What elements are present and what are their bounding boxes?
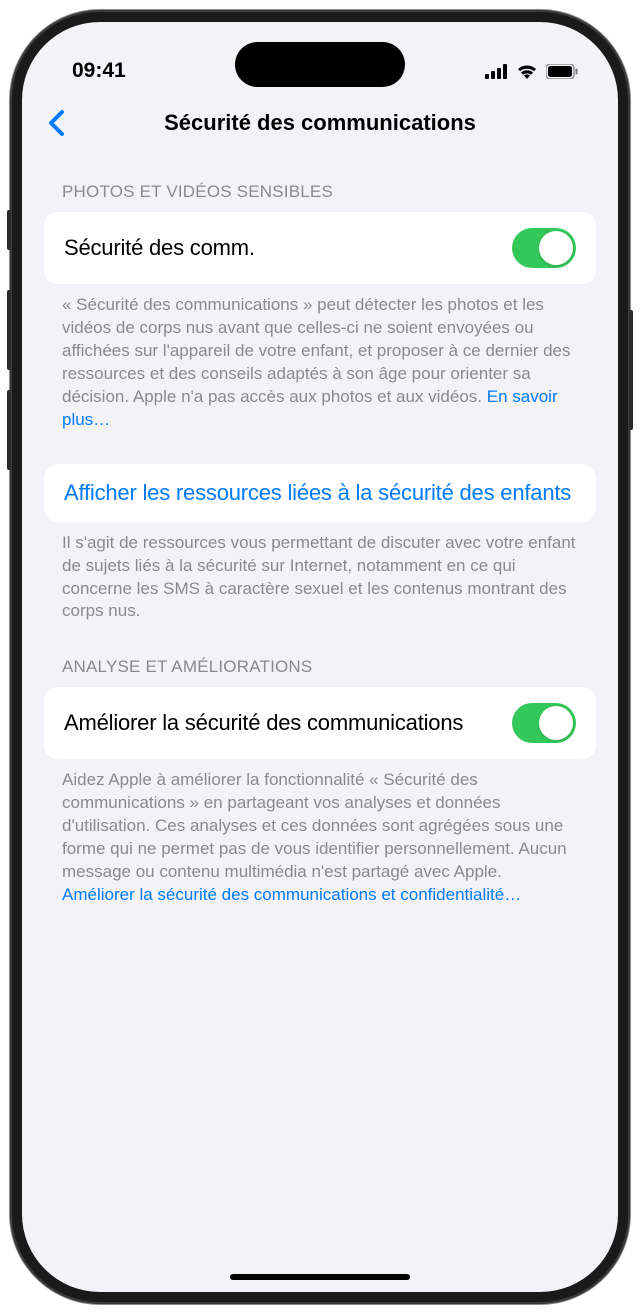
improve-communication-safety-toggle[interactable] bbox=[512, 703, 576, 743]
child-safety-resources-row[interactable]: Afficher les ressources liées à la sécur… bbox=[44, 464, 596, 522]
back-button[interactable] bbox=[40, 110, 72, 136]
screen: 09:41 Sécurité des communications PHOTOS bbox=[22, 22, 618, 1292]
wifi-icon bbox=[516, 63, 538, 79]
content: PHOTOS ET VIDÉOS SENSIBLES Sécurité des … bbox=[22, 154, 618, 907]
phone-frame: 09:41 Sécurité des communications PHOTOS bbox=[10, 10, 630, 1304]
side-button bbox=[7, 210, 11, 250]
sensitive-footer: « Sécurité des communications » peut dét… bbox=[44, 284, 596, 432]
resources-footer: Il s'agit de ressources vous permettant … bbox=[44, 522, 596, 624]
improve-communication-safety-label: Améliorer la sécurité des communications bbox=[64, 710, 512, 736]
section-header-sensitive: PHOTOS ET VIDÉOS SENSIBLES bbox=[44, 154, 596, 212]
page-title: Sécurité des communications bbox=[38, 110, 602, 136]
communication-safety-row: Sécurité des comm. bbox=[44, 212, 596, 284]
analytics-footer: Aidez Apple à améliorer la fonctionnalit… bbox=[44, 759, 596, 907]
child-safety-resources-label: Afficher les ressources liées à la sécur… bbox=[64, 480, 571, 506]
analytics-footer-text: Aidez Apple à améliorer la fonctionnalit… bbox=[62, 770, 567, 881]
nav-bar: Sécurité des communications bbox=[22, 94, 618, 154]
battery-icon bbox=[546, 64, 578, 79]
improve-communication-safety-row: Améliorer la sécurité des communications bbox=[44, 687, 596, 759]
volume-up-button bbox=[7, 290, 11, 370]
status-icons bbox=[485, 63, 578, 79]
communication-safety-toggle[interactable] bbox=[512, 228, 576, 268]
section-header-analytics: ANALYSE ET AMÉLIORATIONS bbox=[44, 623, 596, 687]
dynamic-island bbox=[235, 42, 405, 87]
status-time: 09:41 bbox=[72, 59, 126, 83]
volume-down-button bbox=[7, 390, 11, 470]
home-indicator[interactable] bbox=[230, 1274, 410, 1280]
communication-safety-label: Sécurité des comm. bbox=[64, 235, 512, 261]
cellular-icon bbox=[485, 64, 508, 79]
power-button bbox=[629, 310, 633, 430]
privacy-link[interactable]: Améliorer la sécurité des communications… bbox=[62, 885, 521, 904]
